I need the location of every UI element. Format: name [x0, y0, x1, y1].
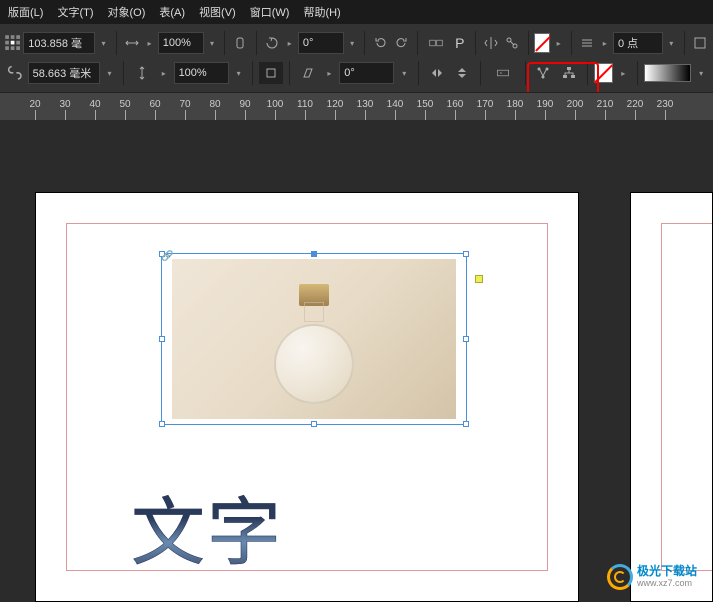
horizontal-ruler[interactable]: 20 30 40 50 60 70 80 90 100 110 120 130 140 150 160 170… — [0, 92, 713, 120]
link-indicator-icon[interactable]: 🔗 — [161, 251, 173, 262]
watermark-url: www.xz7.com — [637, 579, 697, 589]
page-2-margin — [661, 223, 712, 571]
menu-view[interactable]: 视图(V) — [199, 4, 236, 20]
menu-text[interactable]: 文字(T) — [57, 4, 93, 20]
x-position-input[interactable] — [23, 32, 95, 54]
chevron-icon[interactable]: ▸ — [552, 32, 565, 54]
ruler-label: 160 — [447, 99, 464, 110]
ruler-label: 80 — [209, 99, 220, 110]
shear-input[interactable]: 0° — [339, 62, 394, 84]
text-frame[interactable]: 文字 — [131, 473, 283, 580]
ruler-label: 120 — [327, 99, 344, 110]
menu-layout[interactable]: 版面(L) — [8, 4, 43, 20]
chevron-icon[interactable]: ▸ — [156, 62, 172, 84]
ruler-label: 230 — [657, 99, 674, 110]
ruler-label: 200 — [567, 99, 584, 110]
menu-window[interactable]: 窗口(W) — [250, 4, 290, 20]
ruler-label: 180 — [507, 99, 524, 110]
hierarchy-icon[interactable] — [557, 62, 581, 84]
canvas-area[interactable]: 🔗 文字 — [0, 137, 713, 600]
chevron-down-icon[interactable]: ▾ — [231, 62, 247, 84]
ruler-label: 40 — [89, 99, 100, 110]
ruler-label: 110 — [297, 99, 313, 110]
stroke-weight-input[interactable] — [613, 32, 663, 54]
ruler-label: 130 — [357, 99, 374, 110]
control-toolbar: ▾ ▸ 100% ▾ ▸ 0° ▾ P ▸ ▸ ▾ ▾ — [0, 24, 713, 92]
y-position-input[interactable] — [28, 62, 100, 84]
chevron-down-icon[interactable]: ▾ — [206, 32, 219, 54]
watermark-name: 极光下载站 — [637, 565, 697, 578]
ruler-label: 190 — [537, 99, 554, 110]
ruler-label: 20 — [29, 99, 40, 110]
link-xy-icon[interactable] — [4, 62, 26, 84]
select-content-icon[interactable] — [487, 62, 518, 84]
menu-help[interactable]: 帮助(H) — [303, 4, 340, 20]
perfume-bottle-image[interactable] — [172, 259, 456, 419]
ruler-label: 50 — [119, 99, 130, 110]
reference-point-grid[interactable] — [4, 32, 21, 54]
distribute-icon[interactable] — [532, 62, 556, 84]
live-corner-handle[interactable] — [475, 275, 483, 283]
page-1[interactable]: 🔗 文字 — [35, 192, 579, 602]
flip-h-icon[interactable] — [482, 32, 501, 54]
ruler-label: 210 — [597, 99, 614, 110]
chevron-down-icon[interactable]: ▾ — [396, 62, 412, 84]
stroke-swatch-none[interactable] — [594, 63, 614, 83]
chevron-icon[interactable]: ▸ — [283, 32, 296, 54]
ruler-label: 140 — [387, 99, 404, 110]
stroke-style-swatch[interactable] — [644, 64, 691, 82]
watermark-logo-icon — [607, 564, 633, 590]
fx-settings-icon[interactable] — [690, 32, 709, 54]
chevron-down-icon[interactable]: ▾ — [693, 62, 709, 84]
chevron-down-icon[interactable]: ▾ — [665, 32, 678, 54]
chevron-down-icon[interactable]: ▾ — [346, 32, 359, 54]
scale-y-input[interactable]: 100% — [174, 62, 229, 84]
ruler-label: 100 — [267, 99, 284, 110]
fill-swatch-none[interactable] — [534, 33, 550, 53]
ruler-label: 70 — [179, 99, 190, 110]
scale-x-input[interactable]: 100% — [158, 32, 204, 54]
rotate-ccw-icon[interactable] — [371, 32, 390, 54]
flip-horizontal-icon[interactable] — [425, 62, 449, 84]
menu-object[interactable]: 对象(O) — [108, 4, 146, 20]
ruler-label: 60 — [149, 99, 160, 110]
select-linked-icon[interactable] — [503, 32, 522, 54]
ruler-label: 220 — [627, 99, 644, 110]
paragraph-mode-icon[interactable]: P — [450, 32, 469, 54]
chevron-icon[interactable]: ▸ — [598, 32, 611, 54]
chevron-icon[interactable]: ▸ — [615, 62, 631, 84]
clip-icon[interactable] — [231, 32, 250, 54]
chevron-icon[interactable]: ▸ — [143, 32, 156, 54]
ruler-label: 170 — [477, 99, 494, 110]
chevron-down-icon[interactable]: ▾ — [97, 32, 110, 54]
selected-image-frame[interactable] — [161, 253, 467, 425]
stroke-weight-icon — [578, 32, 597, 54]
ruler-label: 30 — [59, 99, 70, 110]
rotate-icon — [263, 32, 282, 54]
flip-vertical-icon[interactable] — [451, 62, 475, 84]
width-icon — [123, 32, 142, 54]
height-icon — [130, 62, 154, 84]
ruler-label: 150 — [417, 99, 434, 110]
chevron-down-icon[interactable]: ▾ — [102, 62, 118, 84]
menu-bar: 版面(L) 文字(T) 对象(O) 表(A) 视图(V) 窗口(W) 帮助(H) — [0, 0, 713, 24]
chevron-icon[interactable]: ▸ — [322, 62, 338, 84]
constrain-icon[interactable] — [259, 62, 283, 84]
rotation-input[interactable]: 0° — [298, 32, 344, 54]
shear-icon — [296, 62, 320, 84]
container-icon[interactable] — [423, 32, 448, 54]
page-2[interactable] — [630, 192, 713, 602]
watermark: 极光下载站 www.xz7.com — [607, 564, 697, 590]
rotate-cw-icon[interactable] — [392, 32, 411, 54]
menu-table[interactable]: 表(A) — [159, 4, 185, 20]
ruler-label: 90 — [239, 99, 250, 110]
